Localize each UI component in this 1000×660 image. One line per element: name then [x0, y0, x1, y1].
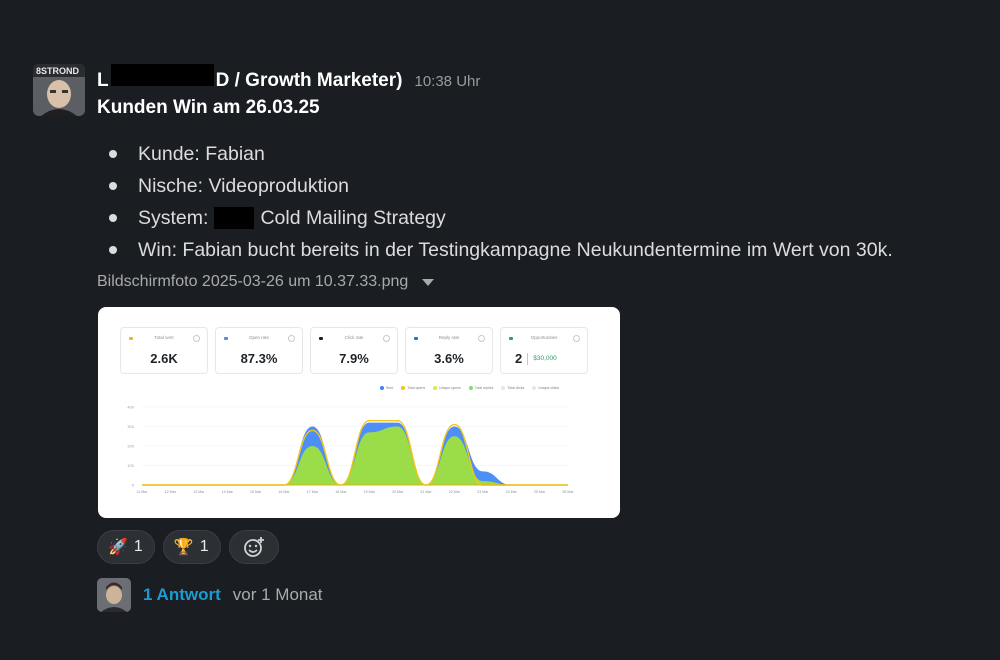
x-tick-label: 26 Mar — [562, 490, 574, 494]
y-tick-label: 100 — [127, 463, 134, 468]
bullet-dot — [109, 150, 117, 158]
x-tick-label: 22 Mar — [449, 490, 461, 494]
attachment-image[interactable]: Total sent 2.6K Open rate 87.3% Click ra… — [98, 307, 620, 518]
message-header: LD / Growth Marketer) 10:38 Uhr — [97, 64, 480, 92]
redaction-box — [110, 64, 214, 86]
reaction-rocket[interactable]: 🚀 1 — [97, 530, 155, 564]
reaction-count: 1 — [133, 538, 143, 555]
x-tick-label: 14 Mar — [222, 490, 234, 494]
list-item: Win: Fabian bucht bereits in der Testing… — [97, 234, 893, 266]
x-tick-label: 15 Mar — [250, 490, 262, 494]
x-tick-label: 16 Mar — [278, 490, 290, 494]
bullet-dot — [109, 214, 117, 222]
add-reaction-button[interactable] — [228, 530, 279, 564]
avatar-image: 8STROND — [33, 64, 85, 116]
author-avatar[interactable]: 8STROND — [33, 64, 85, 116]
bullet-dot — [109, 246, 117, 254]
message-timestamp[interactable]: 10:38 Uhr — [414, 73, 480, 90]
replies-link[interactable]: 1 Antwort — [143, 585, 221, 605]
reaction-count: 1 — [199, 538, 209, 555]
thread-summary: 1 Antwort vor 1 Monat — [97, 578, 323, 612]
x-tick-label: 12 Mar — [165, 490, 177, 494]
rocket-icon: 🚀 — [108, 539, 128, 556]
list-item: System: Cold Mailing Strategy — [97, 202, 893, 234]
reaction-trophy[interactable]: 🏆 1 — [162, 530, 221, 564]
trophy-icon: 🏆 — [173, 539, 194, 556]
list-item: Kunde: Fabian — [97, 138, 893, 170]
last-reply-time: vor 1 Monat — [232, 585, 323, 604]
y-tick-label: 300 — [127, 424, 134, 429]
x-tick-label: 25 Mar — [534, 490, 546, 494]
chevron-down-icon[interactable] — [422, 278, 435, 286]
author-name[interactable]: LD / Growth Marketer) — [97, 64, 402, 92]
attachment-header: Bildschirmfoto 2025-03-26 um 10.37.33.pn… — [97, 273, 435, 291]
x-tick-label: 20 Mar — [392, 490, 404, 494]
bullet-list: Kunde: Fabian Nische: Videoproduktion Sy… — [97, 138, 893, 266]
redaction-box — [214, 207, 255, 229]
x-tick-label: 23 Mar — [477, 490, 489, 494]
reply-avatar[interactable] — [97, 578, 131, 612]
y-tick-label: 0 — [132, 483, 135, 488]
message-title: Kunden Win am 26.03.25 — [97, 97, 320, 118]
x-tick-label: 13 Mar — [193, 490, 205, 494]
svg-text:8STROND: 8STROND — [36, 66, 80, 76]
activity-chart: 0 100 200 300 400 11 Mar 12 Mar 13 Mar 14 Mar 15 … — [127, 405, 574, 495]
avatar-image — [97, 578, 131, 612]
y-tick-label: 200 — [127, 444, 134, 449]
attachment-filename[interactable]: Bildschirmfoto 2025-03-26 um 10.37.33.pn… — [97, 273, 408, 291]
y-tick-label: 400 — [127, 405, 134, 410]
x-tick-label: 24 Mar — [506, 490, 518, 494]
message: 8STROND LD / Growth Marketer) 10:38 Uhr … — [0, 0, 1000, 660]
x-tick-label: 19 Mar — [364, 490, 376, 494]
x-tick-label: 11 Mar — [137, 490, 149, 494]
x-tick-label: 18 Mar — [335, 490, 347, 494]
x-tick-label: 21 Mar — [420, 490, 432, 494]
reactions-bar: 🚀 1 🏆 1 — [97, 530, 279, 564]
add-emoji-icon — [243, 537, 264, 557]
x-tick-label: 17 Mar — [307, 490, 319, 494]
bullet-dot — [109, 182, 117, 190]
list-item: Nische: Videoproduktion — [97, 170, 893, 202]
